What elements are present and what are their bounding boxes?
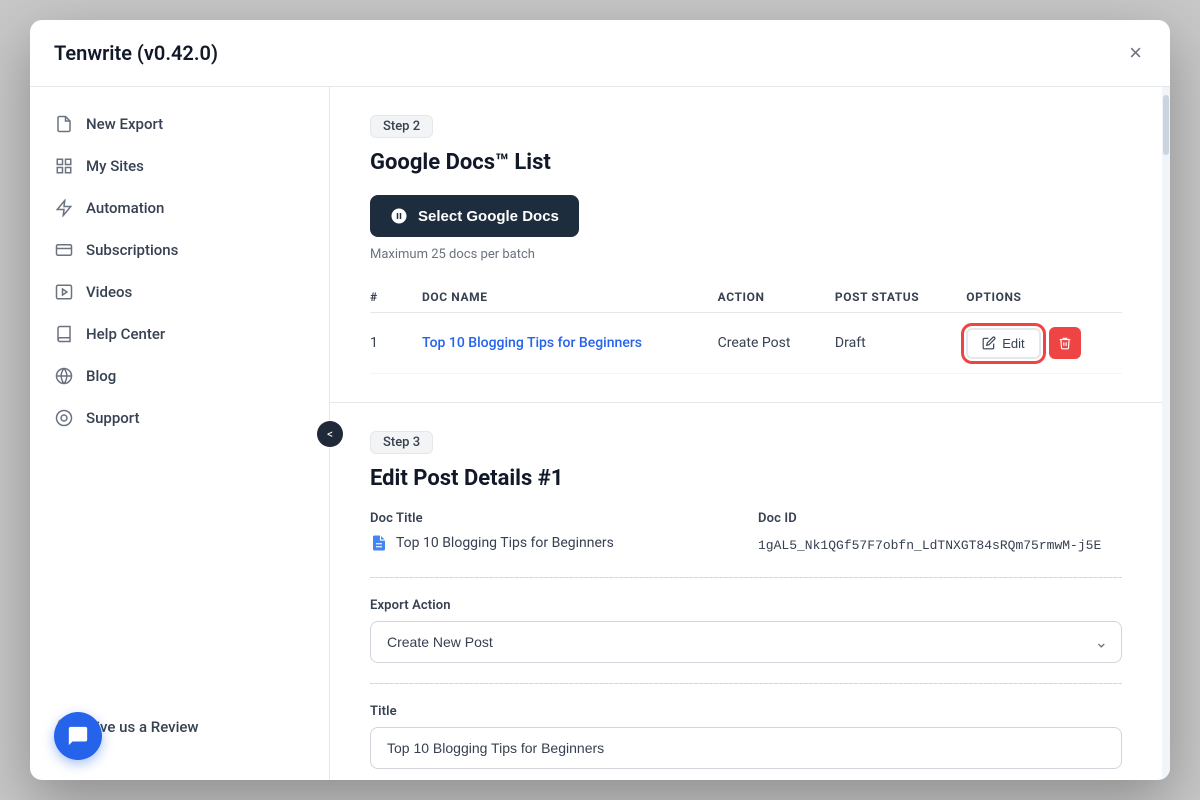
sidebar-label-blog: Blog <box>86 367 116 385</box>
chat-button[interactable] <box>54 712 102 760</box>
title-field: Title <box>370 704 1122 769</box>
step2-section: Step 2 Google Docs™ List Select Google D… <box>330 87 1162 403</box>
modal-body: New Export My Sites <box>30 87 1170 780</box>
edit-label: Edit <box>1002 336 1024 351</box>
sidebar-item-new-export[interactable]: New Export <box>30 103 329 145</box>
doc-id-label: Doc ID <box>758 511 1122 526</box>
col-action: ACTION <box>706 282 823 313</box>
collapse-sidebar-button[interactable]: < <box>317 421 343 447</box>
doc-id-field: Doc ID 1gAL5_Nk1QGf57F7obfn_LdTNXGT84sRQ… <box>758 511 1122 553</box>
select-google-docs-button[interactable]: Select Google Docs <box>370 195 579 237</box>
sidebar-item-blog[interactable]: Blog <box>30 355 329 397</box>
modal-header: Tenwrite (v0.42.0) × <box>30 20 1170 87</box>
sidebar-nav: New Export My Sites <box>30 103 329 690</box>
sidebar-item-help-center[interactable]: Help Center <box>30 313 329 355</box>
section-divider-2 <box>370 683 1122 684</box>
doc-id-value: 1gAL5_Nk1QGf57F7obfn_LdTNXGT84sRQm75rmwM… <box>758 538 1101 553</box>
export-action-label: Export Action <box>370 598 1122 613</box>
export-action-select-wrapper: Create New Post Update Existing Post ⌄ <box>370 621 1122 663</box>
scrollbar-track <box>1162 87 1170 780</box>
select-docs-label: Select Google Docs <box>418 208 559 225</box>
row-action: Create Post <box>706 313 823 374</box>
row-options: Edit <box>954 313 1122 374</box>
title-label: Title <box>370 704 1122 719</box>
sidebar: New Export My Sites <box>30 87 330 780</box>
sidebar-item-automation[interactable]: Automation <box>30 187 329 229</box>
sidebar-item-support[interactable]: Support <box>30 397 329 439</box>
title-input[interactable] <box>370 727 1122 769</box>
col-num: # <box>370 282 410 313</box>
doc-title-label: Doc Title <box>370 511 734 526</box>
card-icon <box>54 240 74 260</box>
sidebar-item-my-sites[interactable]: My Sites <box>30 145 329 187</box>
play-icon <box>54 282 74 302</box>
col-doc-name: DOC NAME <box>410 282 706 313</box>
doc-title-value: Top 10 Blogging Tips for Beginners <box>396 535 614 551</box>
step2-badge: Step 2 <box>370 115 433 138</box>
step3-grid: Doc Title Top 10 Blogging Tips for Begin… <box>370 511 1122 553</box>
max-docs-text: Maximum 25 docs per batch <box>370 247 1122 262</box>
export-action-field: Export Action Create New Post Update Exi… <box>370 598 1122 663</box>
sidebar-label-help-center: Help Center <box>86 325 165 343</box>
docs-table: # DOC NAME ACTION POST STATUS OPTIONS 1 … <box>370 282 1122 374</box>
row-num: 1 <box>370 313 410 374</box>
step3-badge: Step 3 <box>370 431 433 454</box>
sidebar-label-new-export: New Export <box>86 115 163 133</box>
row-post-status: Draft <box>823 313 954 374</box>
globe-icon <box>54 366 74 386</box>
export-action-select[interactable]: Create New Post Update Existing Post <box>370 621 1122 663</box>
review-label: Give us a Review <box>86 718 199 736</box>
delete-button[interactable] <box>1049 327 1081 359</box>
lightning-icon <box>54 198 74 218</box>
sidebar-label-videos: Videos <box>86 283 132 301</box>
scrollbar-thumb[interactable] <box>1163 95 1169 155</box>
sidebar-label-subscriptions: Subscriptions <box>86 241 178 259</box>
sidebar-item-videos[interactable]: Videos <box>30 271 329 313</box>
section-divider <box>370 577 1122 578</box>
step3-section: Step 3 Edit Post Details #1 Doc Title <box>330 403 1162 780</box>
modal: Tenwrite (v0.42.0) × New Export <box>30 20 1170 780</box>
close-button[interactable]: × <box>1125 38 1146 68</box>
main-content: Step 2 Google Docs™ List Select Google D… <box>330 87 1162 780</box>
row-doc-name: Top 10 Blogging Tips for Beginners <box>410 313 706 374</box>
sidebar-label-my-sites: My Sites <box>86 157 144 175</box>
book-icon <box>54 324 74 344</box>
grid-icon <box>54 156 74 176</box>
google-docs-icon <box>370 534 388 552</box>
col-post-status: POST STATUS <box>823 282 954 313</box>
doc-title-field: Doc Title Top 10 Blogging Tips for Begin… <box>370 511 734 553</box>
file-export-icon <box>54 114 74 134</box>
support-icon <box>54 408 74 428</box>
modal-title: Tenwrite (v0.42.0) <box>54 41 218 65</box>
doc-name-link[interactable]: Top 10 Blogging Tips for Beginners <box>422 335 642 351</box>
step3-title: Edit Post Details #1 <box>370 466 1122 491</box>
sidebar-label-support: Support <box>86 409 139 427</box>
col-options: OPTIONS <box>954 282 1122 313</box>
sidebar-label-automation: Automation <box>86 199 164 217</box>
step2-title: Google Docs™ List <box>370 150 1122 175</box>
table-row: 1 Top 10 Blogging Tips for Beginners Cre… <box>370 313 1122 374</box>
doc-title-row: Top 10 Blogging Tips for Beginners <box>370 534 734 552</box>
sidebar-item-subscriptions[interactable]: Subscriptions <box>30 229 329 271</box>
edit-button[interactable]: Edit <box>966 328 1040 359</box>
options-cell: Edit <box>966 327 1110 359</box>
